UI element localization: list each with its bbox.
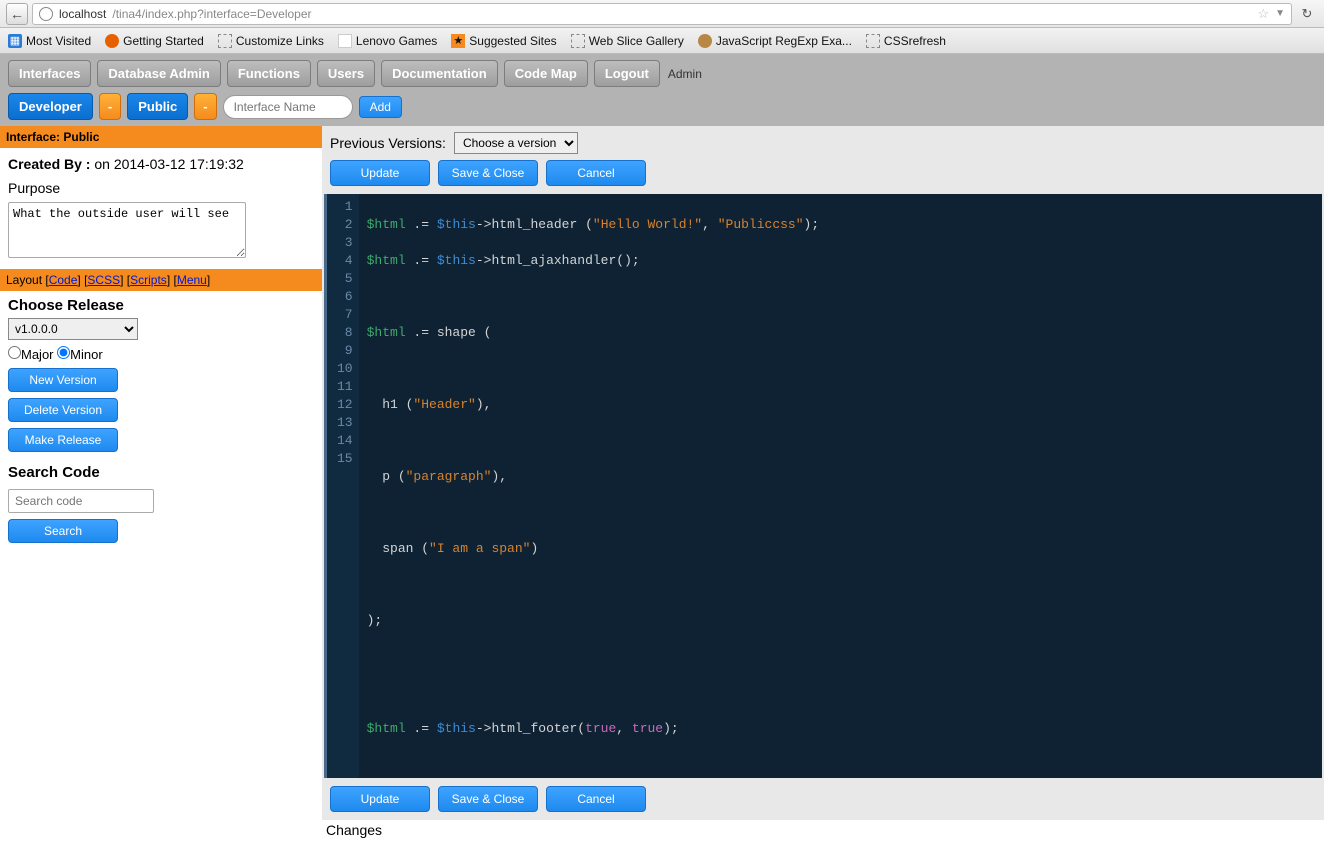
major-radio-label[interactable]: Major <box>8 347 54 362</box>
search-button[interactable]: Search <box>8 519 118 543</box>
version-select[interactable]: Choose a version <box>454 132 578 154</box>
nav-interfaces[interactable]: Interfaces <box>8 60 91 87</box>
interface-public-button[interactable]: Public <box>127 93 188 120</box>
main-area: Interface: Public Created By : on 2014-0… <box>0 126 1324 836</box>
code-editor[interactable]: 123456789101112131415 $html .= $this->ht… <box>324 194 1322 778</box>
interface-name-input[interactable] <box>223 95 353 119</box>
url-host: localhost <box>59 7 106 21</box>
purpose-textarea[interactable] <box>8 202 246 258</box>
update-button-bottom[interactable]: Update <box>330 786 430 812</box>
search-code-input[interactable] <box>8 489 154 513</box>
globe-icon <box>39 7 53 21</box>
page-icon <box>218 34 232 48</box>
nav-database-admin[interactable]: Database Admin <box>97 60 220 87</box>
browser-nav-bar: ← localhost/tina4/index.php?interface=De… <box>0 0 1324 28</box>
star-icon: ★ <box>451 34 465 48</box>
cancel-button-bottom[interactable]: Cancel <box>546 786 646 812</box>
nav-documentation[interactable]: Documentation <box>381 60 498 87</box>
layout-tabs-bar: Layout [Code] [SCSS] [Scripts] [Menu] <box>0 269 322 291</box>
update-button-top[interactable]: Update <box>330 160 430 186</box>
bookmark-suggested-sites[interactable]: ★Suggested Sites <box>451 34 556 48</box>
line-gutter: 123456789101112131415 <box>327 194 359 778</box>
changes-label: Changes <box>322 820 1324 844</box>
major-radio[interactable] <box>8 346 21 359</box>
release-select[interactable]: v1.0.0.0 <box>8 318 138 340</box>
previous-versions-label: Previous Versions: <box>330 135 446 151</box>
monkey-icon <box>698 34 712 48</box>
bookmark-cssrefresh[interactable]: CSSrefresh <box>866 34 946 48</box>
interface-developer-button[interactable]: Developer <box>8 93 93 120</box>
search-code-heading: Search Code <box>8 464 314 481</box>
nav-code-map[interactable]: Code Map <box>504 60 588 87</box>
bookmark-getting-started[interactable]: Getting Started <box>105 34 204 48</box>
previous-versions-row: Previous Versions: Choose a version <box>322 126 1324 160</box>
bookmark-lenovo-games[interactable]: Lenovo Games <box>338 34 437 48</box>
new-version-button[interactable]: New Version <box>8 368 118 392</box>
delete-version-button[interactable]: Delete Version <box>8 398 118 422</box>
choose-release-heading: Choose Release <box>8 297 314 314</box>
nav-functions[interactable]: Functions <box>227 60 311 87</box>
left-sidebar: Interface: Public Created By : on 2014-0… <box>0 126 322 836</box>
editor-actions-top: Update Save & Close Cancel <box>322 160 1324 194</box>
bookmark-star-icon[interactable]: ☆ <box>1257 6 1269 22</box>
minor-radio[interactable] <box>57 346 70 359</box>
primary-nav: Interfaces Database Admin Functions User… <box>0 54 1324 93</box>
created-by-row: Created By : on 2014-03-12 17:19:32 <box>0 148 322 180</box>
url-dropdown-icon[interactable]: ▼ <box>1275 8 1285 19</box>
nav-users[interactable]: Users <box>317 60 375 87</box>
add-interface-button[interactable]: Add <box>359 96 402 118</box>
bookmarks-toolbar: ▦Most Visited Getting Started Customize … <box>0 28 1324 54</box>
save-close-button-bottom[interactable]: Save & Close <box>438 786 538 812</box>
editor-actions-bottom: Update Save & Close Cancel <box>322 778 1324 820</box>
editor-panel: Previous Versions: Choose a version Upda… <box>322 126 1324 836</box>
remove-developer-button[interactable]: - <box>99 93 121 120</box>
remove-public-button[interactable]: - <box>194 93 216 120</box>
cancel-button-top[interactable]: Cancel <box>546 160 646 186</box>
nav-logout[interactable]: Logout <box>594 60 660 87</box>
grid-icon: ▦ <box>8 34 22 48</box>
bookmark-web-slice[interactable]: Web Slice Gallery <box>571 34 684 48</box>
interface-header: Interface: Public <box>0 126 322 148</box>
layout-tab-code[interactable]: Code <box>49 273 78 287</box>
url-path: /tina4/index.php?interface=Developer <box>112 7 311 21</box>
layout-tab-scripts[interactable]: Scripts <box>130 273 167 287</box>
back-button[interactable]: ← <box>6 3 28 25</box>
page-icon <box>338 34 352 48</box>
purpose-label: Purpose <box>8 180 314 196</box>
page-icon <box>571 34 585 48</box>
page-icon <box>866 34 880 48</box>
layout-tab-menu[interactable]: Menu <box>177 273 207 287</box>
bookmark-most-visited[interactable]: ▦Most Visited <box>8 34 91 48</box>
make-release-button[interactable]: Make Release <box>8 428 118 452</box>
reload-button[interactable]: ↻ <box>1296 3 1318 25</box>
current-user-label: Admin <box>668 67 702 81</box>
interface-selector-row: Developer - Public - Add <box>0 93 1324 126</box>
firefox-icon <box>105 34 119 48</box>
url-bar[interactable]: localhost/tina4/index.php?interface=Deve… <box>32 3 1292 25</box>
bookmark-customize-links[interactable]: Customize Links <box>218 34 324 48</box>
bookmark-js-regexp[interactable]: JavaScript RegExp Exa... <box>698 34 852 48</box>
code-body[interactable]: $html .= $this->html_header ("Hello Worl… <box>359 194 828 778</box>
layout-tab-scss[interactable]: SCSS <box>87 273 120 287</box>
minor-radio-label[interactable]: Minor <box>57 347 103 362</box>
save-close-button-top[interactable]: Save & Close <box>438 160 538 186</box>
